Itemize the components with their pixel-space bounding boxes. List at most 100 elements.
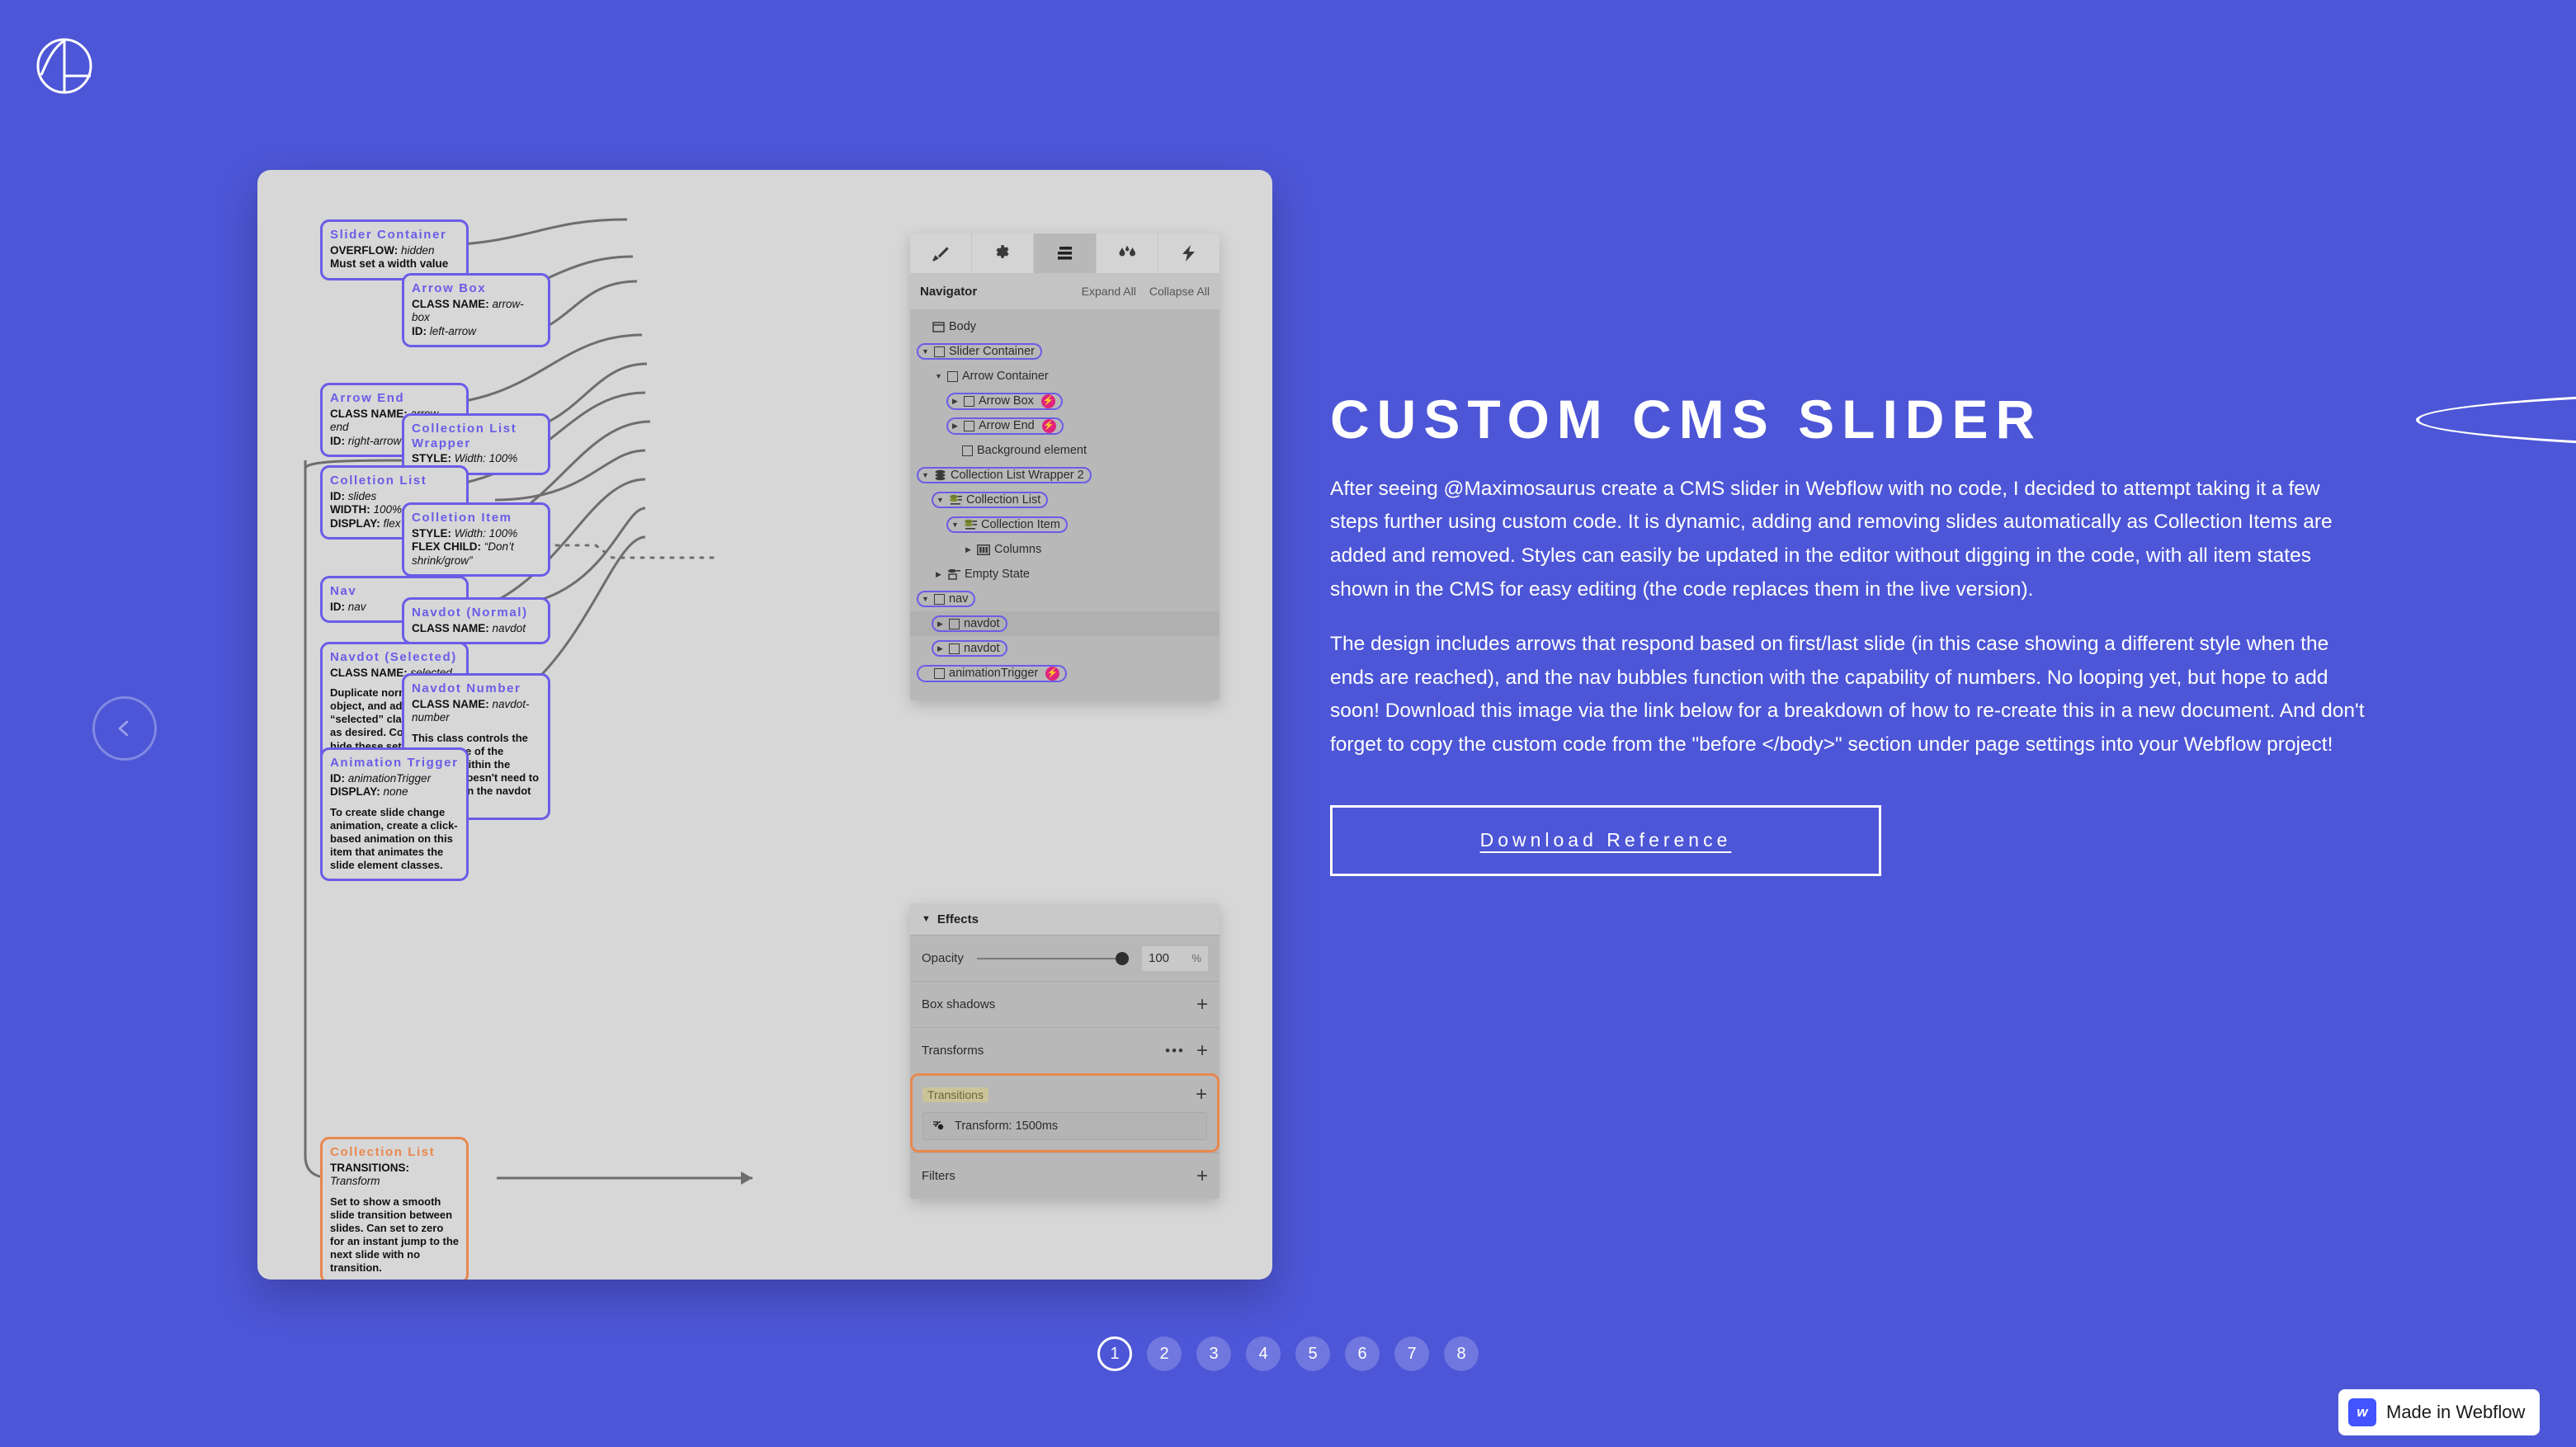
chevron-right-icon[interactable]: ▶	[951, 422, 960, 431]
tree-row[interactable]: ▶ Empty State	[910, 562, 1220, 587]
note-row: OVERFLOW: hidden	[330, 243, 435, 257]
square-icon	[949, 643, 960, 654]
opacity-input[interactable]: 100 %	[1142, 945, 1208, 971]
chevron-right-icon[interactable]: ▶	[936, 644, 945, 653]
tree-row[interactable]: Background element	[910, 438, 1220, 463]
interaction-badge-icon[interactable]: ⚡	[1040, 394, 1055, 408]
note-collection-item: Colletion Item STYLE: Width: 100% FLEX C…	[402, 502, 550, 577]
tree-row[interactable]: ▶ Arrow Box ⚡	[910, 389, 1220, 413]
tree-item-arrow-end[interactable]: ▶ Arrow End ⚡	[946, 417, 1064, 435]
next-slide-button[interactable]	[2416, 388, 2576, 452]
tree-row[interactable]: ▼ nav	[910, 587, 1220, 611]
expand-all-button[interactable]: Expand All	[1082, 285, 1136, 298]
tree-item-collection-item[interactable]: ▼ Collection Item	[946, 516, 1068, 533]
tree-item-columns[interactable]: ▶ Columns	[961, 542, 1047, 557]
pagination-dot-1[interactable]: 1	[1097, 1336, 1132, 1371]
chevron-down-icon[interactable]: ▼	[951, 521, 960, 529]
opacity-value: 100	[1149, 951, 1170, 965]
tree-row[interactable]: ▶ navdot	[910, 611, 1220, 636]
pagination: 12345678	[0, 1336, 2576, 1371]
note-row: STYLE: Width: 100%	[412, 526, 518, 540]
chevron-right-icon[interactable]: ▶	[964, 545, 973, 554]
opacity-slider-knob[interactable]	[1116, 951, 1129, 965]
effects-header[interactable]: ▼ Effects	[910, 903, 1220, 935]
tree-item-nav[interactable]: ▼ nav	[917, 591, 976, 607]
pagination-dot-5[interactable]: 5	[1295, 1336, 1330, 1371]
chevron-down-icon[interactable]: ▼	[921, 347, 930, 356]
add-transition-button[interactable]: +	[1196, 1085, 1207, 1105]
tree-item-arrow-box[interactable]: ▶ Arrow Box ⚡	[946, 392, 1063, 410]
tree-item-collection-list-wrapper-2[interactable]: ▼ Collection List Wrapper 2	[917, 467, 1092, 483]
tree-row[interactable]: animationTrigger ⚡	[910, 661, 1220, 686]
stack-icon	[935, 469, 946, 481]
download-reference-button[interactable]: Download Reference	[1330, 804, 1881, 876]
tab-settings[interactable]	[972, 233, 1035, 273]
pagination-dot-4[interactable]: 4	[1246, 1336, 1281, 1371]
tree-row[interactable]: ▼ Slider Container	[910, 339, 1220, 364]
tree-row[interactable]: ▶ Arrow End ⚡	[910, 413, 1220, 438]
effects-panel: ▼ Effects Opacity 100 % Box shadows + Tr…	[910, 903, 1220, 1199]
tree-item-label: Arrow End	[979, 419, 1035, 432]
square-icon	[964, 395, 974, 407]
add-box-shadow-button[interactable]: +	[1196, 994, 1208, 1015]
tree-item-collection-list[interactable]: ▼ Collection List	[932, 492, 1049, 508]
tab-effects[interactable]	[1097, 233, 1158, 273]
pagination-dot-6[interactable]: 6	[1345, 1336, 1380, 1371]
tree-row[interactable]: ▶ navdot	[910, 636, 1220, 661]
tree-row[interactable]: ▼ Arrow Container	[910, 364, 1220, 389]
tab-style[interactable]	[910, 233, 973, 273]
tree-row[interactable]: ▼ Collection Item	[910, 512, 1220, 537]
chevron-down-icon[interactable]: ▼	[921, 595, 930, 603]
collection-icon	[965, 519, 977, 530]
tree-item-empty-state[interactable]: ▶ Empty State	[932, 567, 1036, 582]
pagination-dot-7[interactable]: 7	[1394, 1336, 1429, 1371]
tab-navigator[interactable]	[1034, 233, 1097, 273]
tree-row[interactable]: ▼ Collection List Wrapper 2	[910, 463, 1220, 488]
tree-item-background-element[interactable]: Background element	[946, 443, 1092, 458]
chevron-right-icon[interactable]: ▶	[951, 397, 960, 406]
tree-item-slider-container[interactable]: ▼ Slider Container	[917, 343, 1042, 360]
tree-item-label: Slider Container	[949, 345, 1035, 358]
tree-row[interactable]: ▼ Collection List	[910, 488, 1220, 512]
made-in-webflow-badge[interactable]: w Made in Webflow	[2338, 1389, 2541, 1435]
tree-row[interactable]: ▶ Columns	[910, 537, 1220, 562]
page-title: Custom CMS Slider	[1330, 389, 2043, 450]
collapse-all-button[interactable]: Collapse All	[1149, 285, 1210, 298]
transition-item[interactable]: Transform: 1500ms	[922, 1112, 1207, 1140]
add-filter-button[interactable]: +	[1196, 1166, 1208, 1186]
navigator-panel: Navigator Expand All Collapse All Body ▼ S…	[910, 233, 1220, 700]
chevron-down-icon[interactable]: ▼	[921, 471, 930, 479]
tab-interactions[interactable]	[1158, 233, 1220, 273]
interaction-badge-icon[interactable]: ⚡	[1041, 418, 1056, 433]
add-transform-button[interactable]: +	[1196, 1040, 1208, 1061]
tree-item-arrow-container[interactable]: ▼ Arrow Container	[932, 369, 1054, 384]
pagination-dot-3[interactable]: 3	[1196, 1336, 1231, 1371]
opacity-slider[interactable]	[976, 951, 1129, 965]
note-row: DISPLAY: none	[330, 785, 408, 799]
pagination-dot-8[interactable]: 8	[1444, 1336, 1479, 1371]
interaction-badge-icon[interactable]: ⚡	[1045, 666, 1060, 681]
tree-item-navdot[interactable]: ▶ navdot	[932, 615, 1007, 632]
prev-slide-button[interactable]	[92, 696, 157, 761]
tree-item-label: Arrow Container	[962, 370, 1049, 383]
tree-item-body[interactable]: Body	[917, 319, 982, 334]
note-title: Colletion Item	[412, 511, 512, 525]
opacity-unit: %	[1191, 952, 1201, 964]
tree-row[interactable]: Body	[910, 314, 1220, 339]
navigator-tree: Body ▼ Slider Container ▼ Arrow Container ▶ Ar…	[910, 309, 1220, 700]
ellipsis-icon[interactable]: •••	[1165, 1043, 1185, 1059]
note-collection-list-transitions: Collection List TRANSITIONS: Transform S…	[320, 1137, 469, 1280]
note-row: ID: left-arrow	[412, 324, 477, 337]
pagination-dot-2[interactable]: 2	[1147, 1336, 1182, 1371]
tree-item-animationtrigger[interactable]: animationTrigger ⚡	[917, 664, 1068, 682]
paragraph-1: After seeing @Maximosaurus create a CMS …	[1330, 477, 2333, 601]
tree-item-navdot[interactable]: ▶ navdot	[932, 640, 1007, 657]
chevron-down-icon[interactable]: ▼	[934, 372, 943, 380]
note-title: Navdot (Selected)	[330, 650, 457, 664]
chevron-right-icon[interactable]: ▶	[934, 570, 943, 579]
square-icon	[934, 667, 945, 679]
chevron-down-icon[interactable]: ▼	[936, 496, 945, 504]
site-logo[interactable]	[35, 36, 94, 96]
chevron-right-icon[interactable]: ▶	[936, 620, 945, 629]
columns-icon	[977, 544, 990, 555]
